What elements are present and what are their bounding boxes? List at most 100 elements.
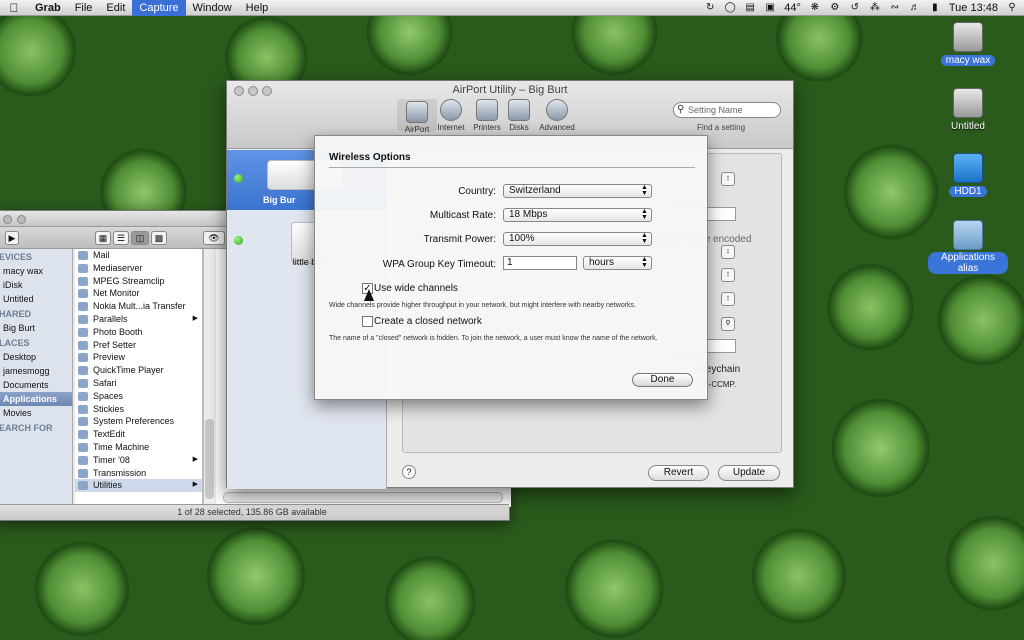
- accessibility-icon[interactable]: ◯: [724, 3, 736, 13]
- desktop-icon-untitled[interactable]: Untitled: [928, 88, 1008, 132]
- menu-app-grab[interactable]: Grab: [28, 0, 68, 16]
- tab-disks[interactable]: Disks: [499, 99, 539, 132]
- sidebar-item-movies[interactable]: Movies: [0, 406, 72, 420]
- clock[interactable]: Tue 13:48: [949, 2, 998, 14]
- menu-edit[interactable]: Edit: [99, 0, 132, 16]
- forward-icon[interactable]: ▶: [5, 231, 19, 245]
- fan-icon[interactable]: ❋: [809, 3, 821, 13]
- key-icon[interactable]: ⚲: [721, 317, 735, 331]
- wpa-timeout-input[interactable]: 1: [503, 256, 577, 270]
- status-light-icon: [234, 174, 243, 183]
- sidebar-item-documents[interactable]: Documents: [0, 378, 72, 392]
- battery-icon[interactable]: ▮: [929, 3, 941, 13]
- app-icon: [78, 289, 88, 299]
- horizontal-scrollbar[interactable]: [223, 492, 503, 503]
- finder-sidebar: EVICES macy wax iDisk Untitled HARED Big…: [0, 249, 73, 507]
- updown-arrows-icon: ▲ ▼: [641, 256, 648, 269]
- bluetooth-icon[interactable]: ⁂: [869, 3, 881, 13]
- list-item[interactable]: System Preferences: [75, 415, 202, 428]
- list-item[interactable]: Nokia Mult...ia Transfer: [75, 300, 202, 313]
- update-button[interactable]: Update: [718, 465, 780, 481]
- sidebar-item-idisk[interactable]: iDisk: [0, 278, 72, 292]
- list-item[interactable]: Preview: [75, 351, 202, 364]
- help-button[interactable]: ?: [402, 465, 416, 479]
- menu-help[interactable]: Help: [239, 0, 276, 16]
- list-item[interactable]: Net Monitor: [75, 287, 202, 300]
- volume-icon[interactable]: ♬: [909, 3, 921, 13]
- display-icon[interactable]: ▣: [764, 3, 776, 13]
- apple-menu-icon[interactable]: : [0, 1, 28, 15]
- list-item[interactable]: Utilities ▶: [75, 479, 202, 493]
- list-item[interactable]: Transmission: [75, 467, 202, 480]
- app-icon: [78, 468, 88, 478]
- country-select[interactable]: Switzerland ▲ ▼: [503, 184, 652, 198]
- desktop-icon-hdd1[interactable]: HDD1: [928, 153, 1008, 197]
- search-input[interactable]: ⚲ Setting Name: [673, 102, 781, 118]
- popup-button[interactable]: ↕: [721, 268, 735, 282]
- wide-channels-label[interactable]: Use wide channels: [374, 283, 458, 294]
- sidebar-item-applications[interactable]: Applications: [0, 392, 72, 406]
- app-icon: [78, 430, 88, 440]
- revert-button[interactable]: Revert: [648, 465, 709, 481]
- temperature-readout[interactable]: 44°: [784, 2, 801, 14]
- list-item[interactable]: Mediaserver: [75, 262, 202, 275]
- list-item[interactable]: MPEG Streamclip: [75, 275, 202, 288]
- close-button[interactable]: [3, 215, 12, 224]
- wpa-timeout-unit-select[interactable]: hours ▲ ▼: [583, 256, 652, 270]
- list-item[interactable]: Safari: [75, 377, 202, 390]
- multicast-rate-select[interactable]: 18 Mbps ▲ ▼: [503, 208, 652, 222]
- wifi-icon[interactable]: ∾: [889, 3, 901, 13]
- vertical-scrollbar[interactable]: [203, 249, 215, 507]
- menu-capture[interactable]: Capture: [132, 0, 186, 16]
- list-item[interactable]: Photo Booth: [75, 326, 202, 339]
- quick-look-icon[interactable]: 👁: [203, 231, 225, 245]
- time-machine-icon[interactable]: ↺: [849, 3, 861, 13]
- wireless-drive-icon: [953, 153, 983, 183]
- desktop-icon-macy-wax[interactable]: macy wax: [928, 22, 1008, 66]
- tab-advanced[interactable]: Advanced: [537, 99, 577, 132]
- sync-icon[interactable]: ↻: [704, 3, 716, 13]
- sidebar-item-untitled[interactable]: Untitled: [0, 292, 72, 306]
- column-view-icon[interactable]: ◫: [131, 231, 149, 245]
- sidebar-item-big-burt[interactable]: Big Burt: [0, 321, 72, 335]
- minimize-button[interactable]: [17, 215, 26, 224]
- country-label: Country:: [458, 186, 496, 197]
- list-item[interactable]: Pref Setter: [75, 339, 202, 352]
- list-item[interactable]: Time Machine: [75, 441, 202, 454]
- app-icon: [78, 353, 88, 363]
- popup-button[interactable]: ↕: [721, 292, 735, 306]
- settings-icon[interactable]: ⚙: [829, 3, 841, 13]
- popup-button[interactable]: ↕: [721, 245, 735, 259]
- popup-button[interactable]: ↕: [721, 172, 735, 186]
- network-monitor-icon[interactable]: ▤: [744, 3, 756, 13]
- menu-file[interactable]: File: [68, 0, 100, 16]
- search-icon: ⚲: [677, 104, 685, 115]
- transmit-power-select[interactable]: 100% ▲ ▼: [503, 232, 652, 246]
- applications-list: Mail Mediaserver MPEG Streamclip Net Mon…: [75, 249, 203, 507]
- list-item[interactable]: Timer '08 ▶: [75, 454, 202, 467]
- find-setting-label: Find a setting: [697, 123, 746, 132]
- desktop-icon-applications-alias[interactable]: Applications alias: [928, 220, 1008, 274]
- sidebar-item-macy-wax[interactable]: macy wax: [0, 264, 72, 278]
- app-icon: [78, 327, 88, 337]
- coverflow-view-icon[interactable]: ▩: [151, 231, 167, 245]
- done-button[interactable]: Done: [632, 373, 693, 387]
- tab-internet[interactable]: Internet: [431, 99, 471, 132]
- spotlight-icon[interactable]: ⚲: [1006, 3, 1018, 13]
- list-view-icon[interactable]: ☰: [113, 231, 129, 245]
- sidebar-header-places: LACES: [0, 338, 30, 348]
- list-item[interactable]: Spaces: [75, 390, 202, 403]
- icon-view-icon[interactable]: ▦: [95, 231, 111, 245]
- list-item[interactable]: TextEdit: [75, 428, 202, 441]
- sidebar-item-desktop[interactable]: Desktop: [0, 350, 72, 364]
- list-item[interactable]: QuickTime Player: [75, 364, 202, 377]
- list-item[interactable]: Parallels ▶: [75, 313, 202, 326]
- closed-network-description: The name of a "closed" network is hidden…: [329, 335, 658, 342]
- closed-network-checkbox[interactable]: [362, 316, 373, 327]
- sidebar-item-jamesmogg[interactable]: jamesmogg: [0, 364, 72, 378]
- list-item[interactable]: Mail: [75, 249, 202, 262]
- list-item[interactable]: Stickies: [75, 403, 202, 416]
- closed-network-label[interactable]: Create a closed network: [374, 316, 482, 327]
- menu-window[interactable]: Window: [186, 0, 239, 16]
- scroll-thumb[interactable]: [205, 419, 214, 499]
